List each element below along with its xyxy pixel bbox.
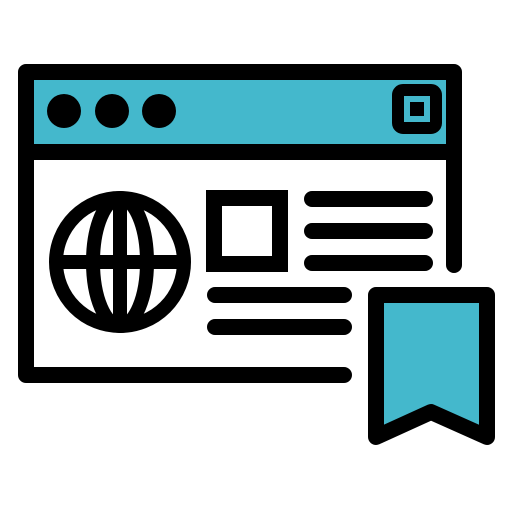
icon-canvas <box>0 0 512 512</box>
window-control-dot <box>47 94 81 128</box>
image-placeholder <box>206 190 288 272</box>
globe-icon <box>49 191 191 333</box>
window-control-dot <box>95 94 129 128</box>
window-control-dot <box>142 94 176 128</box>
bookmarked-web-page-icon <box>18 64 495 445</box>
browser-title-bar <box>26 72 454 150</box>
window-maximize-inner <box>410 102 424 116</box>
bookmark-ribbon-icon <box>368 287 495 445</box>
